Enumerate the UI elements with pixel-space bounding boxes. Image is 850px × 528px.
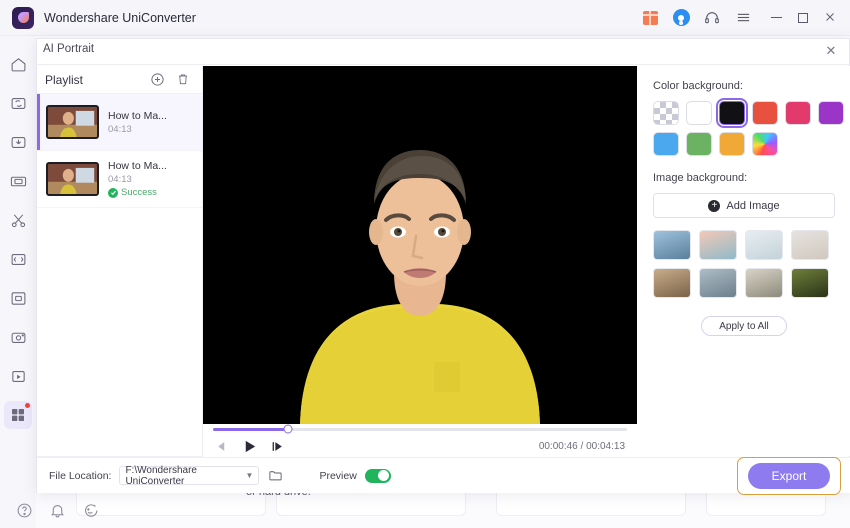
video-preview[interactable]	[203, 66, 637, 424]
menu-icon[interactable]	[734, 9, 752, 27]
image-thumb-green-plants[interactable]	[791, 268, 829, 298]
previous-frame-icon[interactable]	[215, 440, 228, 453]
progress-fill	[213, 427, 288, 431]
list-item[interactable]: How to Ma... 04:13	[37, 94, 202, 151]
image-thumb-sunset-sea[interactable]	[699, 230, 737, 260]
image-thumb-wall-lamp[interactable]	[791, 230, 829, 260]
color-swatch-purple[interactable]	[818, 101, 844, 125]
progress-bar[interactable]	[213, 424, 627, 434]
dialog-bottom-bar: File Location: F:\Wondershare UniConvert…	[37, 456, 850, 495]
image-thumb-living-room[interactable]	[653, 268, 691, 298]
color-swatch-red[interactable]	[752, 101, 778, 125]
color-swatch-grid	[653, 98, 844, 156]
close-button[interactable]	[824, 11, 836, 25]
sidebar-item-converter[interactable]	[4, 89, 32, 117]
color-swatch-white[interactable]	[686, 101, 712, 125]
toolbox-badge	[25, 403, 30, 408]
color-swatch-green[interactable]	[686, 132, 712, 156]
sidebar-item-compressor[interactable]	[4, 284, 32, 312]
color-swatch-transparent[interactable]	[653, 101, 679, 125]
status-label: Success	[121, 187, 157, 198]
time-display: 00:00:46 / 00:04:13	[538, 440, 625, 452]
sidebar-item-screen-recorder[interactable]	[4, 323, 32, 351]
video-player: 00:00:46 / 00:04:13	[203, 66, 637, 456]
item-duration: 04:13	[108, 174, 132, 185]
play-icon[interactable]	[242, 439, 257, 454]
plus-icon: +	[708, 199, 721, 212]
minimize-button[interactable]	[771, 16, 782, 19]
maximize-button[interactable]	[798, 12, 808, 23]
image-thumb-office-window[interactable]	[699, 268, 737, 298]
file-location-value: F:\Wondershare UniConverter	[125, 464, 197, 487]
file-location-label: File Location:	[49, 469, 112, 482]
preview-label: Preview	[319, 469, 357, 482]
progress-bar-container	[203, 424, 637, 434]
delete-icon[interactable]	[176, 72, 192, 88]
tab-ai-portrait[interactable]: AI Portrait	[43, 43, 94, 55]
export-highlight: Export	[737, 456, 841, 495]
add-image-button[interactable]: + Add Image	[653, 193, 835, 218]
image-thumb-modern-lounge[interactable]	[745, 268, 783, 298]
status-badge: Success	[108, 187, 167, 198]
app-window: Wondershare UniConverter AI Portrait ✕ P…	[0, 0, 850, 528]
add-image-label: Add Image	[726, 199, 780, 212]
sidebar-item-home[interactable]	[4, 50, 32, 78]
sidebar-item-downloader[interactable]	[4, 128, 32, 156]
support-headset-icon[interactable]	[703, 9, 721, 27]
playlist-panel: Playlist How to Ma... 04:13 How to Ma...…	[37, 66, 203, 476]
color-swatch-rainbow[interactable]	[752, 132, 778, 156]
preview-toggle[interactable]	[364, 468, 391, 483]
account-avatar-icon[interactable]	[672, 9, 690, 27]
close-icon[interactable]: ✕	[823, 43, 839, 59]
progress-handle[interactable]	[283, 424, 293, 434]
color-background-label: Color background:	[653, 80, 743, 92]
player-controls: 00:00:46 / 00:04:13	[203, 436, 637, 456]
color-swatch-blue[interactable]	[653, 132, 679, 156]
check-icon	[108, 187, 118, 198]
item-duration: 04:13	[108, 123, 132, 135]
chevron-down-icon: ▼	[245, 471, 254, 480]
apply-to-all-button[interactable]: Apply to All	[701, 316, 787, 336]
sidebar-item-video-editor[interactable]	[4, 167, 32, 195]
sidebar-item-merger[interactable]	[4, 245, 32, 273]
image-thumb-beach-waves[interactable]	[653, 230, 691, 260]
image-background-grid	[653, 230, 835, 298]
apply-to-all-label: Apply to All	[719, 320, 769, 332]
feedback-icon[interactable]	[82, 502, 99, 519]
color-swatch-black[interactable]	[716, 98, 748, 128]
app-logo-icon	[12, 6, 34, 29]
image-background-label: Image background:	[653, 172, 748, 184]
folder-icon[interactable]	[268, 468, 283, 483]
title-bar: Wondershare UniConverter	[0, 0, 850, 36]
playlist-header: Playlist	[37, 66, 202, 94]
file-location-select[interactable]: F:\Wondershare UniConverter ▼	[119, 464, 260, 487]
color-swatch-orange[interactable]	[719, 132, 745, 156]
sidebar-rail	[0, 36, 36, 528]
item-name: How to Ma...	[108, 109, 167, 122]
video-thumbnail	[46, 105, 99, 139]
sidebar-item-toolbox[interactable]	[4, 401, 32, 429]
background-settings-panel: Color background: Image background: + Ad…	[637, 66, 850, 456]
add-media-icon[interactable]	[150, 72, 166, 88]
question-circle-icon[interactable]	[16, 502, 33, 519]
sidebar-item-player[interactable]	[4, 362, 32, 390]
export-label: Export	[771, 468, 807, 483]
footer-bar	[0, 492, 850, 528]
ai-portrait-dialog: AI Portrait ✕ Playlist How to Ma... 04:1…	[36, 38, 850, 495]
playlist-title: Playlist	[45, 72, 84, 87]
sidebar-item-cutter[interactable]	[4, 206, 32, 234]
dialog-tab-bar: AI Portrait ✕	[37, 39, 849, 65]
image-thumb-white-interior[interactable]	[745, 230, 783, 260]
app-title: Wondershare UniConverter	[44, 10, 196, 25]
item-name: How to Ma...	[108, 160, 167, 172]
export-button[interactable]: Export	[748, 462, 830, 489]
color-swatch-pink[interactable]	[785, 101, 811, 125]
next-frame-icon[interactable]	[271, 440, 284, 453]
bell-icon[interactable]	[49, 502, 66, 519]
list-item[interactable]: How to Ma... 04:13 Success	[37, 151, 202, 208]
video-thumbnail	[46, 162, 99, 196]
gift-icon[interactable]	[641, 9, 659, 27]
